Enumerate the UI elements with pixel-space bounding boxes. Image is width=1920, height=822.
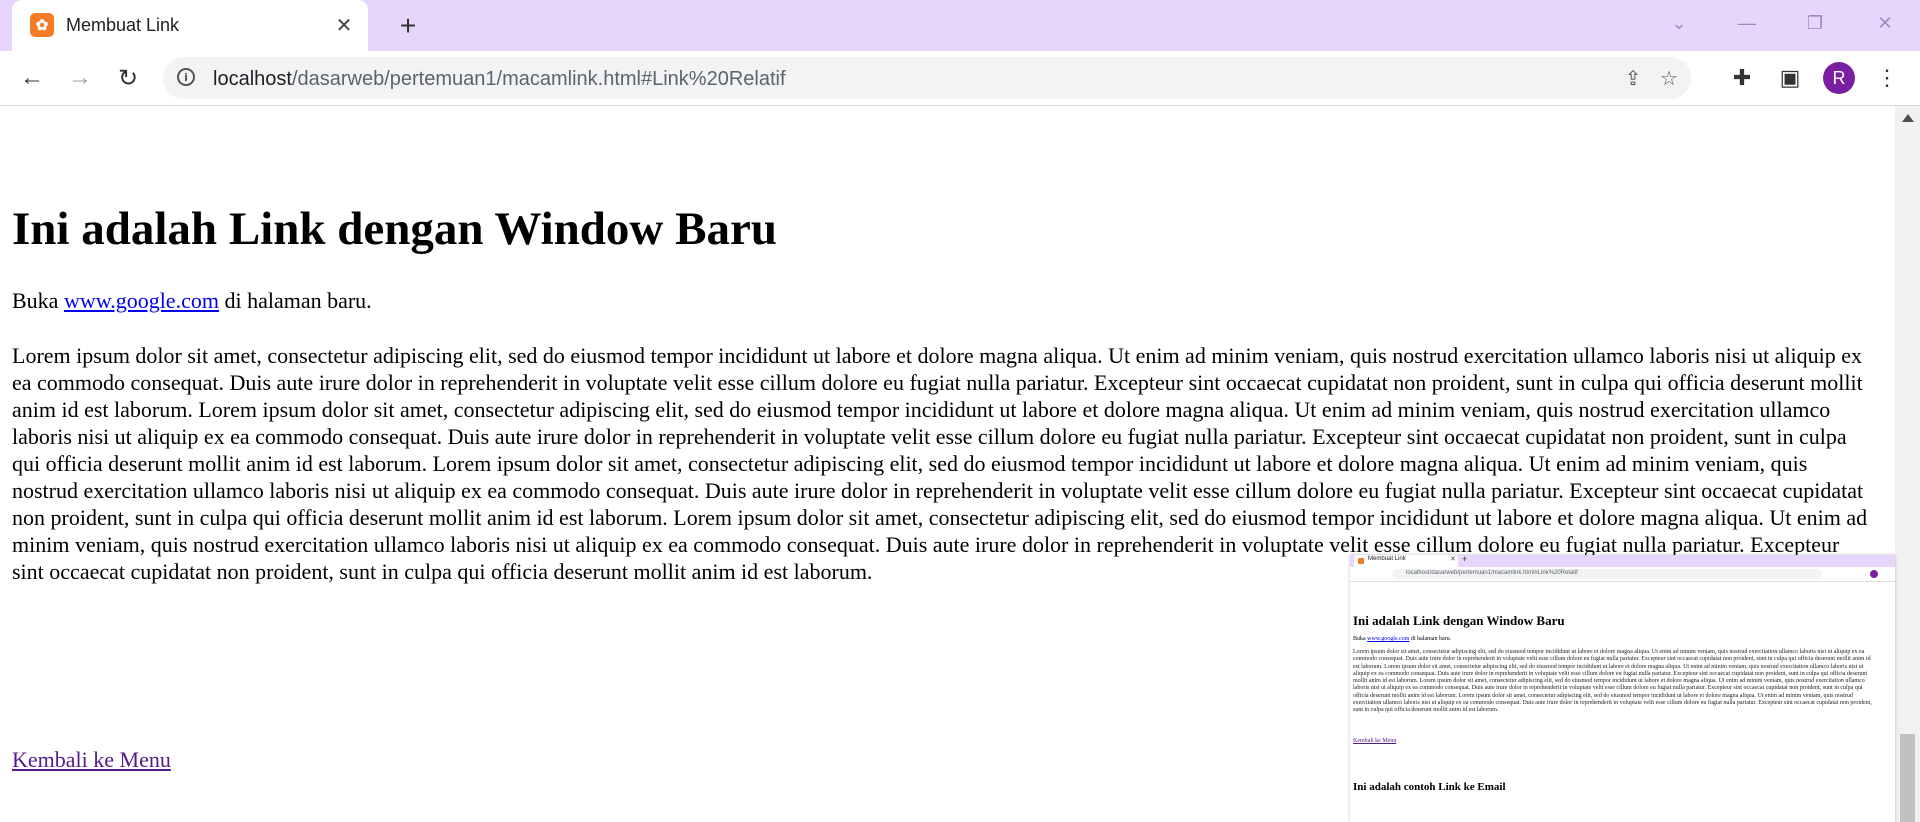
forward-icon[interactable]: → bbox=[64, 62, 96, 94]
thumbnail-address-bar: localhost/dasarweb/pertemuan1/macamlink.… bbox=[1392, 569, 1822, 579]
tab-title: Membuat Link bbox=[66, 15, 180, 35]
thumbnail-avatar bbox=[1870, 570, 1878, 578]
bookmark-star-icon[interactable]: ☆ bbox=[1657, 66, 1681, 90]
tab-strip: ✿ Membuat Link ✕ + ⌄ — ❐ ✕ bbox=[0, 0, 1920, 51]
intro-suffix: di halaman baru. bbox=[218, 288, 372, 313]
url-path: /dasarweb/pertemuan1/macamlink.html#Link… bbox=[291, 68, 786, 90]
scroll-up-arrow-icon[interactable] bbox=[1902, 114, 1914, 122]
menu-kebab-icon[interactable]: ⋮ bbox=[1872, 63, 1902, 93]
thumbnail-heading: Ini adalah Link dengan Window Baru bbox=[1353, 613, 1565, 628]
thumbnail-google-link: www.google.com bbox=[1367, 636, 1410, 642]
thumbnail-toolbar: localhost/dasarweb/pertemuan1/macamlink.… bbox=[1350, 567, 1895, 582]
thumbnail-tab-strip: Membuat Link ✕ + bbox=[1350, 555, 1895, 567]
lorem-paragraph: Lorem ipsum dolor sit amet, consectetur … bbox=[12, 343, 1868, 584]
close-window-icon[interactable]: ✕ bbox=[1863, 8, 1907, 38]
thumbnail-tab: Membuat Link ✕ bbox=[1354, 555, 1458, 567]
close-tab-icon[interactable]: ✕ bbox=[332, 13, 356, 37]
back-icon[interactable]: ← bbox=[16, 62, 48, 94]
browser-toolbar: ← → ↻ i localhost/dasarweb/pertemuan1/ma… bbox=[0, 51, 1920, 106]
screenshot-thumbnail[interactable]: Membuat Link ✕ + localhost/dasarweb/pert… bbox=[1350, 555, 1895, 822]
url-text[interactable]: localhost/dasarweb/pertemuan1/macamlink.… bbox=[213, 68, 786, 91]
tab-search-icon[interactable]: ⌄ bbox=[1657, 8, 1701, 38]
thumbnail-close-icon: ✕ bbox=[1450, 556, 1456, 563]
intro-paragraph: Buka www.google.com di halaman baru. bbox=[12, 288, 372, 314]
browser-tab[interactable]: ✿ Membuat Link ✕ bbox=[12, 0, 368, 51]
vertical-scrollbar[interactable] bbox=[1895, 106, 1920, 822]
share-icon[interactable]: ⇪ bbox=[1621, 66, 1645, 90]
new-tab-button[interactable]: + bbox=[393, 10, 423, 41]
thumbnail-back-link: Kembali ke Menu bbox=[1353, 738, 1397, 744]
thumbnail-next-heading: Ini adalah contoh Link ke Email bbox=[1353, 781, 1506, 793]
minimize-icon[interactable]: — bbox=[1725, 8, 1769, 38]
thumbnail-favicon-icon bbox=[1358, 558, 1364, 564]
thumbnail-intro-suffix: di halaman baru. bbox=[1409, 636, 1452, 642]
thumbnail-intro-prefix: Buka bbox=[1353, 636, 1368, 642]
reload-icon[interactable]: ↻ bbox=[112, 62, 144, 94]
google-link[interactable]: www.google.com bbox=[64, 288, 219, 313]
intro-prefix: Buka bbox=[12, 288, 64, 313]
side-panel-icon[interactable]: ▣ bbox=[1775, 63, 1805, 93]
thumbnail-url-host: localhost bbox=[1406, 570, 1430, 576]
back-to-menu-link[interactable]: Kembali ke Menu bbox=[12, 747, 171, 773]
page-heading: Ini adalah Link dengan Window Baru bbox=[12, 203, 777, 255]
scrollbar-thumb[interactable] bbox=[1900, 734, 1915, 822]
extensions-puzzle-icon[interactable]: ✚ bbox=[1727, 63, 1757, 93]
site-info-icon[interactable]: i bbox=[177, 68, 195, 86]
thumbnail-lorem: Lorem ipsum dolor sit amet, consectetur … bbox=[1353, 649, 1872, 714]
xampp-favicon-icon: ✿ bbox=[30, 13, 54, 37]
thumbnail-tab-title: Membuat Link bbox=[1368, 556, 1406, 562]
restore-icon[interactable]: ❐ bbox=[1793, 8, 1837, 38]
thumbnail-url: localhost/dasarweb/pertemuan1/macamlink.… bbox=[1406, 570, 1578, 576]
profile-avatar[interactable]: R bbox=[1823, 62, 1855, 94]
thumbnail-intro: Buka www.google.com di halaman baru. bbox=[1353, 636, 1451, 642]
thumbnail-url-path: /dasarweb/pertemuan1/macamlink.html#Link… bbox=[1429, 570, 1578, 576]
url-host: localhost bbox=[213, 68, 292, 90]
address-bar[interactable]: i localhost/dasarweb/pertemuan1/macamlin… bbox=[163, 57, 1691, 99]
thumbnail-new-tab-icon: + bbox=[1462, 555, 1468, 564]
